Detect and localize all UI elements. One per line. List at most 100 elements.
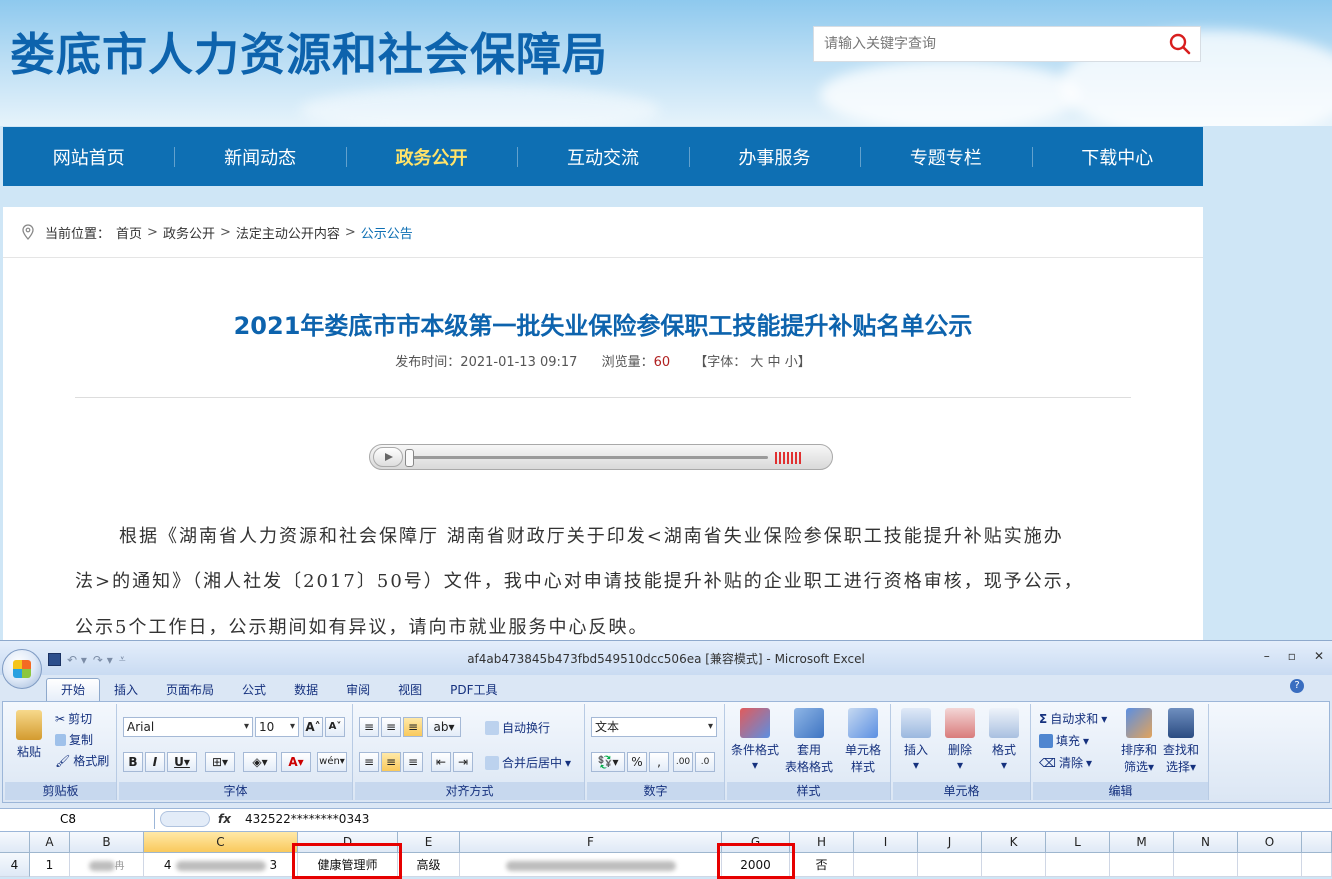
percent-icon[interactable]: %: [627, 752, 647, 772]
search-icon[interactable]: [1168, 32, 1192, 56]
cell-h[interactable]: 否: [790, 853, 854, 877]
breadcrumb-announcements[interactable]: 公示公告: [361, 223, 413, 242]
decrease-indent-icon[interactable]: ⇤: [431, 752, 451, 772]
italic-icon[interactable]: I: [145, 752, 165, 772]
format-painter-button[interactable]: 🖌 格式刷: [55, 752, 109, 769]
underline-icon[interactable]: U▾: [167, 752, 197, 772]
column-header-o[interactable]: O: [1238, 832, 1302, 852]
column-header-e[interactable]: E: [398, 832, 460, 852]
cell-i[interactable]: [854, 853, 918, 877]
tab-home[interactable]: 开始: [46, 678, 101, 701]
font-color-icon[interactable]: A▾: [281, 752, 311, 772]
column-header-n[interactable]: N: [1174, 832, 1238, 852]
insert-cells-button[interactable]: 插入 ▾: [901, 708, 931, 772]
fill-button[interactable]: 填充 ▾: [1039, 732, 1089, 749]
cell-m[interactable]: [1110, 853, 1174, 877]
border-icon[interactable]: ⊞▾: [205, 752, 235, 772]
cell-b[interactable]: 冉: [70, 853, 144, 877]
fill-color-icon[interactable]: ◈▾: [243, 752, 277, 772]
merge-center-button[interactable]: 合并后居中 ▾: [485, 754, 571, 771]
copy-button[interactable]: 复制: [55, 731, 93, 748]
cell-e[interactable]: 高级: [398, 853, 460, 877]
cell-c[interactable]: 43: [144, 853, 298, 877]
breadcrumb-home[interactable]: 首页: [116, 223, 142, 242]
name-box[interactable]: C8: [0, 809, 155, 829]
customize-qat-icon[interactable]: ⩡: [119, 652, 126, 667]
bold-icon[interactable]: B: [123, 752, 143, 772]
breadcrumb-legal-disclosure[interactable]: 法定主动公开内容: [236, 223, 340, 242]
nav-item-gov-affairs[interactable]: 政务公开: [345, 127, 517, 186]
cell-j[interactable]: [918, 853, 982, 877]
volume-icon[interactable]: [775, 452, 801, 464]
phonetic-icon[interactable]: wén▾: [317, 752, 347, 772]
column-header-b[interactable]: B: [70, 832, 144, 852]
nav-item-interaction[interactable]: 互动交流: [517, 127, 688, 186]
restore-icon[interactable]: ▫: [1288, 649, 1296, 663]
delete-cells-button[interactable]: 删除 ▾: [945, 708, 975, 772]
row-header[interactable]: 4: [0, 853, 30, 877]
paste-button[interactable]: 粘贴: [11, 710, 47, 760]
column-header-c[interactable]: C: [144, 832, 298, 852]
cell-a[interactable]: 1: [30, 853, 70, 877]
cell-k[interactable]: [982, 853, 1046, 877]
format-as-table-button[interactable]: 套用 表格格式: [785, 708, 833, 775]
shrink-font-icon[interactable]: A˅: [325, 717, 345, 737]
fx-icon[interactable]: fx: [218, 810, 231, 828]
column-header-i[interactable]: I: [854, 832, 918, 852]
search-input[interactable]: [814, 27, 1174, 61]
format-cells-button[interactable]: 格式 ▾: [989, 708, 1019, 772]
currency-icon[interactable]: 💱▾: [591, 752, 625, 772]
number-format-select[interactable]: 文本: [591, 717, 717, 737]
column-header-j[interactable]: J: [918, 832, 982, 852]
find-select-button[interactable]: 查找和 选择▾: [1163, 708, 1199, 775]
increase-indent-icon[interactable]: ⇥: [453, 752, 473, 772]
tab-pdf-tools[interactable]: PDF工具: [436, 679, 511, 701]
align-right-icon[interactable]: ≡: [403, 752, 423, 772]
column-header-m[interactable]: M: [1110, 832, 1174, 852]
tab-view[interactable]: 视图: [384, 679, 436, 701]
cell-styles-button[interactable]: 单元格 样式: [845, 708, 881, 775]
column-header-a[interactable]: A: [30, 832, 70, 852]
column-header-k[interactable]: K: [982, 832, 1046, 852]
tab-data[interactable]: 数据: [280, 679, 332, 701]
sort-filter-button[interactable]: 排序和 筛选▾: [1121, 708, 1157, 775]
tab-formulas[interactable]: 公式: [228, 679, 280, 701]
undo-icon[interactable]: ↶ ▾: [67, 653, 87, 667]
tab-page-layout[interactable]: 页面布局: [152, 679, 228, 701]
formula-cancel-enter[interactable]: [160, 811, 210, 827]
cell-l[interactable]: [1046, 853, 1110, 877]
autosum-button[interactable]: Σ 自动求和 ▾: [1039, 710, 1107, 727]
cell-o[interactable]: [1238, 853, 1302, 877]
formula-input[interactable]: 432522********0343: [245, 809, 369, 829]
align-bottom-icon[interactable]: ≡: [403, 717, 423, 737]
wrap-text-button[interactable]: 自动换行: [485, 719, 550, 736]
close-icon[interactable]: ✕: [1314, 649, 1324, 663]
nav-item-services[interactable]: 办事服务: [688, 127, 860, 186]
redo-icon[interactable]: ↷ ▾: [93, 653, 113, 667]
comma-icon[interactable]: ,: [649, 752, 669, 772]
minimize-icon[interactable]: –: [1264, 649, 1270, 663]
column-header-f[interactable]: F: [460, 832, 722, 852]
orientation-icon[interactable]: ab▾: [427, 717, 461, 737]
nav-item-news[interactable]: 新闻动态: [174, 127, 345, 186]
site-title[interactable]: 娄底市人力资源和社会保障局: [10, 18, 608, 83]
grow-font-icon[interactable]: A˄: [303, 717, 323, 737]
save-icon[interactable]: [48, 653, 61, 666]
column-header-h[interactable]: H: [790, 832, 854, 852]
font-name-select[interactable]: Arial: [123, 717, 253, 737]
clear-button[interactable]: ⌫ 清除 ▾: [1039, 754, 1092, 771]
office-button[interactable]: [2, 649, 42, 689]
increase-decimal-icon[interactable]: .00: [673, 752, 693, 772]
font-size-switch[interactable]: 【字体： 大 中 小】: [694, 355, 810, 370]
tab-review[interactable]: 审阅: [332, 679, 384, 701]
align-left-icon[interactable]: ≡: [359, 752, 379, 772]
decrease-decimal-icon[interactable]: .0: [695, 752, 715, 772]
align-center-icon[interactable]: ≡: [381, 752, 401, 772]
nav-item-topics[interactable]: 专题专栏: [860, 127, 1031, 186]
play-icon[interactable]: [373, 447, 403, 467]
help-icon[interactable]: ?: [1290, 679, 1304, 693]
progress-track[interactable]: [408, 456, 768, 459]
cell-p[interactable]: [1302, 853, 1332, 877]
cell-f[interactable]: [460, 853, 722, 877]
breadcrumb-gov-affairs[interactable]: 政务公开: [163, 223, 215, 242]
